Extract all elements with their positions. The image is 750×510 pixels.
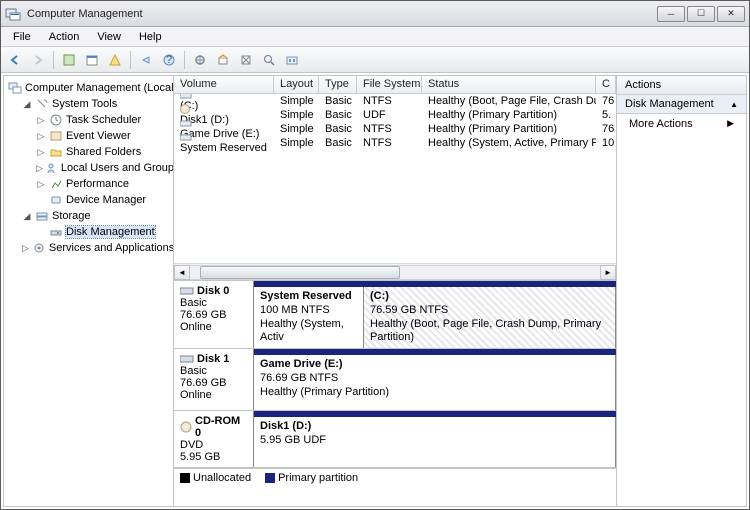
drive-icon bbox=[180, 286, 194, 296]
perf-icon bbox=[49, 177, 63, 191]
expand-icon[interactable]: ▷ bbox=[36, 147, 46, 158]
col-filesystem[interactable]: File System bbox=[357, 76, 422, 93]
tree-local-users[interactable]: ▷Local Users and Groups bbox=[8, 160, 173, 176]
expand-icon[interactable]: ▷ bbox=[36, 163, 43, 174]
expand-icon[interactable]: ▷ bbox=[22, 243, 29, 254]
volume-row[interactable]: System Reserved Simple Basic NTFS Health… bbox=[174, 136, 616, 150]
disk-row[interactable]: Disk 0 Basic 76.69 GB Online System Rese… bbox=[174, 281, 616, 349]
partition-box[interactable]: Game Drive (E:) 76.69 GB NTFS Healthy (P… bbox=[254, 355, 616, 410]
collapse-icon[interactable]: ◢ bbox=[22, 99, 32, 110]
toolbar-icon[interactable] bbox=[282, 50, 302, 70]
actions-more[interactable]: More Actions ▶ bbox=[617, 114, 746, 134]
device-icon bbox=[49, 193, 63, 207]
nav-forward-button[interactable] bbox=[28, 50, 48, 70]
toolbar: ? bbox=[1, 47, 749, 73]
col-status[interactable]: Status bbox=[422, 76, 596, 93]
expand-icon[interactable]: ▷ bbox=[36, 115, 46, 126]
storage-icon bbox=[35, 209, 49, 223]
titlebar[interactable]: Computer Management ─ ☐ ✕ bbox=[1, 1, 749, 27]
toolbar-icon[interactable] bbox=[59, 50, 79, 70]
menu-view[interactable]: View bbox=[89, 29, 129, 45]
actions-pane: Actions Disk Management ▲ More Actions ▶ bbox=[616, 76, 746, 506]
disc-icon bbox=[180, 421, 192, 433]
tree-storage[interactable]: ◢Storage bbox=[8, 208, 173, 224]
users-icon bbox=[46, 161, 58, 175]
toolbar-icon[interactable] bbox=[190, 50, 210, 70]
scroll-right-button[interactable]: ► bbox=[600, 265, 616, 280]
close-button[interactable]: ✕ bbox=[717, 6, 745, 22]
content-pane: Volume Layout Type File System Status C … bbox=[174, 76, 616, 506]
tree-system-tools[interactable]: ◢System Tools bbox=[8, 96, 173, 112]
window-title: Computer Management bbox=[27, 8, 657, 20]
toolbar-icon[interactable] bbox=[259, 50, 279, 70]
actions-section[interactable]: Disk Management ▲ bbox=[617, 95, 746, 114]
collapse-icon: ▲ bbox=[730, 100, 738, 109]
drive-icon bbox=[180, 354, 194, 364]
legend-swatch-primary bbox=[265, 473, 275, 483]
disk-header[interactable]: Disk 1 Basic 76.69 GB Online bbox=[174, 349, 254, 410]
svg-text:?: ? bbox=[166, 54, 172, 66]
disk-header[interactable]: Disk 0 Basic 76.69 GB Online bbox=[174, 281, 254, 348]
minimize-button[interactable]: ─ bbox=[657, 6, 685, 22]
clock-icon bbox=[49, 113, 63, 127]
partition-box[interactable]: Disk1 (D:) 5.95 GB UDF bbox=[254, 417, 616, 467]
volume-list[interactable]: Volume Layout Type File System Status C … bbox=[174, 76, 616, 281]
toolbar-icon[interactable] bbox=[236, 50, 256, 70]
services-icon bbox=[32, 241, 46, 255]
partition-box[interactable]: (C:) 76.59 GB NTFS Healthy (Boot, Page F… bbox=[364, 287, 616, 348]
menubar: File Action View Help bbox=[1, 27, 749, 47]
col-type[interactable]: Type bbox=[319, 76, 357, 93]
chevron-right-icon: ▶ bbox=[727, 118, 734, 130]
toolbar-icon[interactable] bbox=[136, 50, 156, 70]
toolbar-icon[interactable] bbox=[213, 50, 233, 70]
collapse-icon[interactable]: ◢ bbox=[22, 211, 32, 222]
col-layout[interactable]: Layout bbox=[274, 76, 319, 93]
expand-icon[interactable]: ▷ bbox=[36, 179, 46, 190]
disk-row[interactable]: CD-ROM 0 DVD 5.95 GB Disk1 (D:) 5.95 GB … bbox=[174, 411, 616, 468]
disk-graph-pane[interactable]: Disk 0 Basic 76.69 GB Online System Rese… bbox=[174, 281, 616, 506]
folder-icon bbox=[49, 145, 63, 159]
menu-action[interactable]: Action bbox=[41, 29, 88, 45]
disk-icon bbox=[49, 225, 63, 239]
drive-icon bbox=[180, 118, 268, 128]
legend: Unallocated Primary partition bbox=[174, 468, 616, 486]
nav-back-button[interactable] bbox=[5, 50, 25, 70]
disk-header[interactable]: CD-ROM 0 DVD 5.95 GB bbox=[174, 411, 254, 467]
toolbar-icon[interactable] bbox=[105, 50, 125, 70]
tree-root[interactable]: Computer Management (Local bbox=[8, 80, 173, 96]
list-header[interactable]: Volume Layout Type File System Status C bbox=[174, 76, 616, 94]
scroll-track[interactable] bbox=[190, 265, 600, 280]
tree-disk-management[interactable]: Disk Management bbox=[8, 224, 173, 240]
help-icon[interactable]: ? bbox=[159, 50, 179, 70]
event-icon bbox=[49, 129, 63, 143]
partition-box[interactable]: System Reserved 100 MB NTFS Healthy (Sys… bbox=[254, 287, 364, 348]
toolbar-icon[interactable] bbox=[82, 50, 102, 70]
tree-event-viewer[interactable]: ▷Event Viewer bbox=[8, 128, 173, 144]
disk-row[interactable]: Disk 1 Basic 76.69 GB Online Game Drive … bbox=[174, 349, 616, 411]
col-capacity[interactable]: C bbox=[596, 76, 616, 93]
maximize-button[interactable]: ☐ bbox=[687, 6, 715, 22]
actions-header: Actions bbox=[617, 76, 746, 95]
menu-help[interactable]: Help bbox=[131, 29, 170, 45]
col-volume[interactable]: Volume bbox=[174, 76, 274, 93]
scroll-left-button[interactable]: ◄ bbox=[174, 265, 190, 280]
tree-device-manager[interactable]: Device Manager bbox=[8, 192, 173, 208]
navigation-tree[interactable]: Computer Management (Local ◢System Tools… bbox=[4, 76, 174, 506]
menu-file[interactable]: File bbox=[5, 29, 39, 45]
tools-icon bbox=[35, 97, 49, 111]
scroll-thumb[interactable] bbox=[200, 266, 400, 279]
computer-icon bbox=[8, 81, 22, 95]
drive-icon bbox=[180, 132, 268, 142]
legend-swatch-unallocated bbox=[180, 473, 190, 483]
app-window: Computer Management ─ ☐ ✕ File Action Vi… bbox=[0, 0, 750, 510]
tree-services[interactable]: ▷Services and Applications bbox=[8, 240, 173, 256]
tree-performance[interactable]: ▷Performance bbox=[8, 176, 173, 192]
tree-shared-folders[interactable]: ▷Shared Folders bbox=[8, 144, 173, 160]
disc-icon bbox=[180, 104, 268, 114]
horizontal-scrollbar[interactable]: ◄ ► bbox=[174, 263, 616, 280]
tree-task-scheduler[interactable]: ▷Task Scheduler bbox=[8, 112, 173, 128]
app-icon bbox=[5, 6, 21, 22]
expand-icon[interactable]: ▷ bbox=[36, 131, 46, 142]
